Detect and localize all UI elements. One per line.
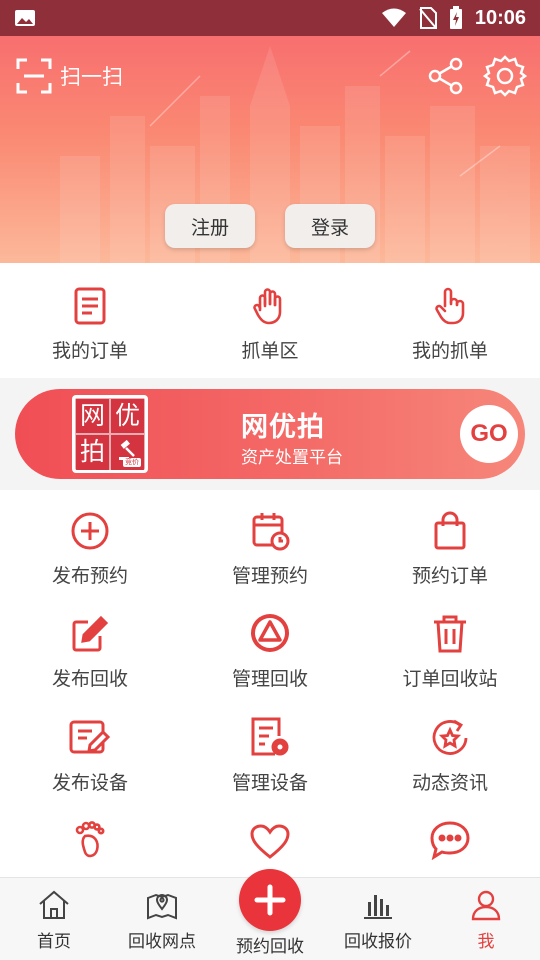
scan-label: 扫一扫 — [60, 65, 123, 89]
my-orders-label: 我的订单 — [51, 340, 128, 362]
publish-recycle-label: 发布回收 — [51, 668, 128, 690]
status-bar: 10:06 — [0, 0, 540, 36]
logo-char: 拍 — [75, 434, 110, 471]
register-button[interactable]: 注册 — [165, 204, 255, 248]
no-sim-icon — [419, 7, 437, 29]
grab-zone-label: 抓单区 — [241, 340, 299, 362]
scan-icon — [16, 58, 52, 94]
my-grabs-item[interactable]: 我的抓单 — [360, 282, 540, 363]
settings-gear-icon[interactable] — [483, 54, 527, 98]
star-refresh-icon — [432, 719, 468, 755]
profile-header: 扫一扫 注册 登录 — [0, 36, 540, 263]
tab-recycle-quote[interactable]: 回收报价 — [324, 878, 432, 960]
my-grabs-label: 我的抓单 — [411, 340, 488, 362]
heart-icon — [250, 824, 290, 859]
plus-circle-icon — [71, 512, 109, 550]
share-icon[interactable] — [426, 56, 466, 96]
scan-button[interactable]: 扫一扫 — [16, 58, 123, 94]
map-pin-icon — [147, 893, 177, 920]
trash-icon — [434, 615, 466, 653]
footprint-icon — [75, 821, 105, 858]
order-recycle-bin-item[interactable]: 订单回收站 — [360, 610, 540, 691]
manage-device-item[interactable]: 管理设备 — [180, 714, 360, 795]
order-recycle-bin-label: 订单回收站 — [402, 668, 498, 690]
favorites-item[interactable] — [180, 816, 360, 870]
tab-book-recycle-label[interactable]: 预约回收 — [216, 932, 324, 957]
go-button[interactable]: GO — [460, 405, 518, 463]
grab-hand-icon — [253, 288, 282, 325]
logo-tag: 竞价 — [123, 458, 141, 467]
my-orders-item[interactable]: 我的订单 — [0, 282, 180, 363]
services-row — [0, 816, 540, 870]
image-icon — [15, 10, 35, 26]
clock: 10:06 — [474, 6, 526, 29]
tab-recycle-points[interactable]: 回收网点 — [108, 878, 216, 960]
tab-recycle-points-label: 回收网点 — [128, 932, 196, 952]
home-icon — [39, 890, 69, 919]
manage-recycle-item[interactable]: 管理回收 — [180, 610, 360, 691]
tap-hand-icon — [435, 287, 465, 325]
services-row: 发布设备 管理设备 动态资讯 — [0, 714, 540, 795]
news-item[interactable]: 动态资讯 — [360, 714, 540, 795]
publish-booking-label: 发布预约 — [51, 565, 128, 587]
order-doc-icon — [74, 287, 106, 325]
plus-icon — [254, 884, 286, 916]
wangyoupai-logo: 网 优 拍 竞价 — [72, 395, 148, 473]
quick-menu: 我的订单 抓单区 我的抓单 — [0, 282, 540, 363]
manage-booking-label: 管理预约 — [231, 565, 308, 587]
chat-icon — [430, 821, 470, 860]
recycle-icon — [251, 614, 289, 652]
news-label: 动态资讯 — [411, 772, 488, 794]
manage-device-label: 管理设备 — [231, 772, 308, 794]
publish-recycle-item[interactable]: 发布回收 — [0, 610, 180, 691]
user-icon — [471, 890, 501, 921]
booking-orders-item[interactable]: 预约订单 — [360, 507, 540, 588]
wangyoupai-banner[interactable]: 网 优 拍 竞价 网优拍 资产处置平台 GO — [15, 389, 525, 479]
publish-booking-item[interactable]: 发布预约 — [0, 507, 180, 588]
banner-subtitle: 资产处置平台 — [241, 448, 343, 468]
tab-me-label: 我 — [477, 932, 495, 952]
grab-zone-item[interactable]: 抓单区 — [180, 282, 360, 363]
messages-item[interactable] — [360, 816, 540, 870]
tab-home-label: 首页 — [37, 932, 71, 952]
shopping-bag-icon — [434, 511, 466, 550]
booking-orders-label: 预约订单 — [411, 565, 488, 587]
manage-recycle-label: 管理回收 — [231, 668, 308, 690]
book-recycle-fab[interactable] — [239, 869, 301, 931]
publish-device-item[interactable]: 发布设备 — [0, 714, 180, 795]
footprint-item[interactable] — [0, 816, 180, 870]
login-button[interactable]: 登录 — [285, 204, 375, 248]
banner-title: 网优拍 — [241, 412, 325, 443]
services-row: 发布预约 管理预约 预约订单 — [0, 507, 540, 588]
device-edit-icon — [69, 720, 111, 754]
tab-me[interactable]: 我 — [432, 878, 540, 960]
tab-home[interactable]: 首页 — [0, 878, 108, 960]
bar-chart-icon — [364, 895, 392, 919]
device-settings-icon — [251, 717, 289, 756]
manage-booking-item[interactable]: 管理预约 — [180, 507, 360, 588]
tab-recycle-quote-label: 回收报价 — [344, 932, 412, 952]
publish-device-label: 发布设备 — [51, 772, 128, 794]
calendar-clock-icon — [252, 513, 290, 551]
edit-icon — [72, 615, 109, 652]
battery-icon — [449, 6, 462, 29]
logo-char: 优 — [110, 398, 145, 434]
logo-char: 网 — [75, 398, 110, 434]
wifi-icon — [381, 8, 406, 27]
services-row: 发布回收 管理回收 订单回收站 — [0, 610, 540, 691]
